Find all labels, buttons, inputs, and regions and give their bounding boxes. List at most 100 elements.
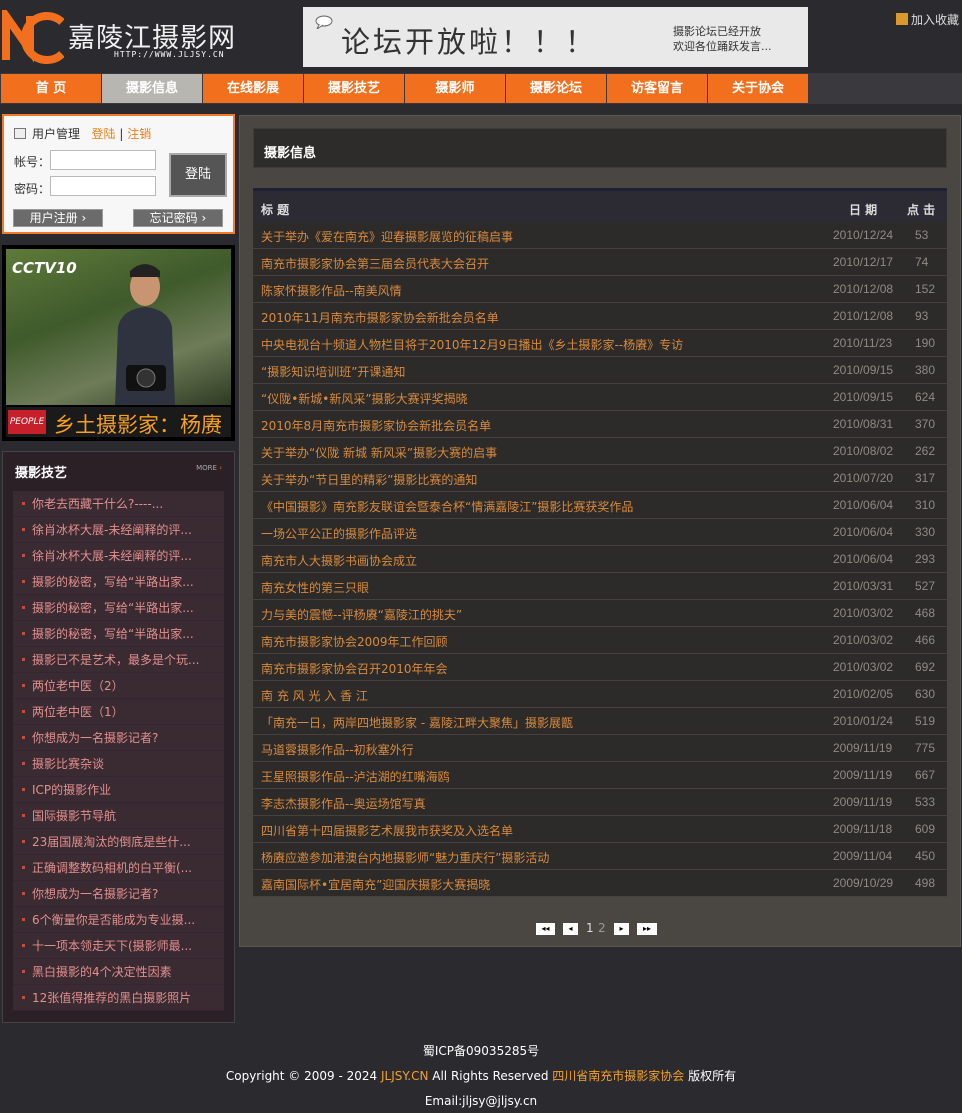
table-row[interactable]: 2010年8月南充市摄影家协会新批会员名单 2010/08/31 370	[253, 411, 947, 438]
row-title[interactable]: 一场公平公正的摄影作品评选	[261, 525, 417, 542]
row-title[interactable]: 四川省第十四届摄影艺术展我市获奖及入选名单	[261, 822, 513, 839]
row-title[interactable]: 嘉南国际杯•宜居南充”迎国庆摄影大赛揭晓	[261, 876, 490, 893]
featured-photo[interactable]: CCTV10 PEOPLE 乡土摄影家：杨赓	[2, 245, 235, 441]
row-title[interactable]: 关于举办“节日里的精彩”摄影比赛的通知	[261, 471, 477, 488]
list-item[interactable]: 你想成为一名摄影记者?	[13, 881, 224, 907]
table-row[interactable]: 马道蓉摄影作品--初秋塞外行 2009/11/19 775	[253, 735, 947, 762]
table-row[interactable]: 「南充一日，两岸四地摄影家 - 嘉陵江畔大聚焦」摄影展甑 2010/01/24 51…	[253, 708, 947, 735]
row-title[interactable]: 关于举办《爱在南充》迎春摄影展览的征稿启事	[261, 228, 513, 245]
table-row[interactable]: 陈家怀摄影作品--南美风情 2010/12/08 152	[253, 276, 947, 303]
list-item[interactable]: 你老去西藏干什么?----...	[13, 491, 224, 517]
row-title[interactable]: 南充市摄影家协会召开2010年年会	[261, 660, 448, 677]
row-title[interactable]: 南充市摄影家协会2009年工作回顾	[261, 633, 448, 650]
table-row[interactable]: 李志杰摄影作品--奥运场馆写真 2009/11/19 533	[253, 789, 947, 816]
list-item[interactable]: 23届国展淘汰的倒底是些什...	[13, 829, 224, 855]
row-title[interactable]: 南充市人大摄影书画协会成立	[261, 552, 417, 569]
list-item[interactable]: 摄影已不是艺术，最多是个玩...	[13, 647, 224, 673]
row-title[interactable]: 2010年11月南充市摄影家协会新批会员名单	[261, 309, 499, 326]
table-row[interactable]: 南充市摄影家协会第三届会员代表大会召开 2010/12/17 74	[253, 249, 947, 276]
list-item[interactable]: 12张值得推荐的黑白摄影照片	[13, 985, 224, 1011]
table-row[interactable]: 南充女性的第三只眼 2010/03/31 527	[253, 573, 947, 600]
register-button[interactable]: 用户注册 ›	[13, 209, 103, 227]
table-row[interactable]: 关于举办“仪陇 新城 新风采”摄影大赛的启事 2010/08/02 262	[253, 438, 947, 465]
row-title[interactable]: 南充市摄影家协会第三届会员代表大会召开	[261, 255, 489, 272]
row-title[interactable]: 中央电视台十频道人物栏目将于2010年12月9日播出《乡土摄影家--杨赓》专访	[261, 336, 683, 353]
list-item[interactable]: 6个衡量你是否能成为专业摄...	[13, 907, 224, 933]
logout-link[interactable]: 注销	[127, 127, 151, 141]
row-title[interactable]: “摄影知识培训班”开课通知	[261, 363, 405, 380]
list-item[interactable]: 摄影的秘密，写给“半路出家...	[13, 621, 224, 647]
row-title[interactable]: 南充女性的第三只眼	[261, 579, 369, 596]
table-row[interactable]: 一场公平公正的摄影作品评选 2010/06/04 330	[253, 519, 947, 546]
table-row[interactable]: 《中国摄影》南充影友联谊会暨泰合杯“情满嘉陵江”摄影比赛获奖作品 2010/06/…	[253, 492, 947, 519]
list-item[interactable]: 两位老中医（1）	[13, 699, 224, 725]
list-item[interactable]: 摄影比赛杂谈	[13, 751, 224, 777]
table-row[interactable]: 南 充 风 光 入 香 江 2010/02/05 630	[253, 681, 947, 708]
row-title[interactable]: 南 充 风 光 入 香 江	[261, 687, 368, 704]
add-favorite-link[interactable]: 加入收藏	[896, 11, 959, 28]
row-title[interactable]: 关于举办“仪陇 新城 新风采”摄影大赛的启事	[261, 444, 497, 461]
list-item[interactable]: 你想成为一名摄影记者?	[13, 725, 224, 751]
icp-number[interactable]: 蜀ICP备09035285号	[0, 1040, 962, 1065]
list-item[interactable]: 摄影的秘密，写给“半路出家...	[13, 569, 224, 595]
next-page-button[interactable]: ▸	[614, 923, 629, 935]
table-row[interactable]: 2010年11月南充市摄影家协会新批会员名单 2010/12/08 93	[253, 303, 947, 330]
more-link[interactable]: MORE ›	[196, 464, 222, 472]
nav-photo-info[interactable]: 摄影信息	[102, 74, 202, 103]
first-page-button[interactable]: ◂◂	[536, 923, 555, 935]
row-title[interactable]: 马道蓉摄影作品--初秋塞外行	[261, 741, 414, 758]
row-title[interactable]: 2010年8月南充市摄影家协会新批会员名单	[261, 417, 491, 434]
table-row[interactable]: 关于举办“节日里的精彩”摄影比赛的通知 2010/07/20 317	[253, 465, 947, 492]
forum-banner[interactable]: 论坛开放啦！！！ 摄影论坛已经开放 欢迎各位踊跃发言...	[303, 7, 808, 67]
table-row[interactable]: 南充市人大摄影书画协会成立 2010/06/04 293	[253, 546, 947, 573]
table-row[interactable]: “摄影知识培训班”开课通知 2010/09/15 380	[253, 357, 947, 384]
login-link[interactable]: 登陆	[91, 127, 115, 141]
last-page-button[interactable]: ▸▸	[637, 923, 657, 935]
table-row[interactable]: 嘉南国际杯•宜居南充”迎国庆摄影大赛揭晓 2009/10/29 498	[253, 870, 947, 897]
nc-logo-icon	[2, 10, 64, 64]
nav-photo-skills[interactable]: 摄影技艺	[304, 74, 404, 103]
row-title[interactable]: 「南充一日，两岸四地摄影家 - 嘉陵江畔大聚焦」摄影展甑	[261, 714, 573, 731]
row-title[interactable]: 杨赓应邀参加港澳台内地摄影师“魅力重庆行”摄影活动	[261, 849, 549, 866]
list-item[interactable]: 十一项本领走天下(摄影师最...	[13, 933, 224, 959]
table-row[interactable]: 四川省第十四届摄影艺术展我市获奖及入选名单 2009/11/18 609	[253, 816, 947, 843]
table-row[interactable]: 关于举办《爱在南充》迎春摄影展览的征稿启事 2010/12/24 53	[253, 222, 947, 249]
nav-about[interactable]: 关于协会	[708, 74, 808, 103]
nav-online-exhibition[interactable]: 在线影展	[203, 74, 303, 103]
row-title[interactable]: 王星照摄影作品--泸沽湖的红嘴海鸥	[261, 768, 450, 785]
list-item[interactable]: 国际摄影节导航	[13, 803, 224, 829]
page-1[interactable]: 1	[586, 921, 594, 935]
nav-guestbook[interactable]: 访客留言	[607, 74, 707, 103]
list-item[interactable]: 两位老中医（2）	[13, 673, 224, 699]
password-input[interactable]	[50, 176, 156, 196]
table-row[interactable]: 力与美的震憾--评杨赓“嘉陵江的挑夫” 2010/03/02 468	[253, 600, 947, 627]
row-title[interactable]: 李志杰摄影作品--奥运场馆写真	[261, 795, 426, 812]
row-title[interactable]: “仪陇•新城•新风采”摄影大赛评奖揭晓	[261, 390, 468, 407]
account-input[interactable]	[50, 150, 156, 170]
table-row[interactable]: 南充市摄影家协会召开2010年年会 2010/03/02 692	[253, 654, 947, 681]
page-2[interactable]: 2	[598, 921, 606, 935]
table-row[interactable]: 杨赓应邀参加港澳台内地摄影师“魅力重庆行”摄影活动 2009/11/04 450	[253, 843, 947, 870]
list-item[interactable]: 摄影的秘密，写给“半路出家...	[13, 595, 224, 621]
table-row[interactable]: 南充市摄影家协会2009年工作回顾 2010/03/02 466	[253, 627, 947, 654]
table-row[interactable]: “仪陇•新城•新风采”摄影大赛评奖揭晓 2010/09/15 624	[253, 384, 947, 411]
row-title[interactable]: 陈家怀摄影作品--南美风情	[261, 282, 402, 299]
list-item[interactable]: 徐肖冰杯大展-未经阐释的评...	[13, 517, 224, 543]
list-item[interactable]: 正确调整数码相机的白平衡(...	[13, 855, 224, 881]
prev-page-button[interactable]: ◂	[563, 923, 578, 935]
login-submit-button[interactable]: 登陆	[169, 153, 227, 197]
table-row[interactable]: 中央电视台十频道人物栏目将于2010年12月9日播出《乡土摄影家--杨赓》专访 2…	[253, 330, 947, 357]
nav-home[interactable]: 首 页	[1, 74, 101, 103]
nav-photographers[interactable]: 摄影师	[405, 74, 505, 103]
list-item[interactable]: 徐肖冰杯大展-未经阐释的评...	[13, 543, 224, 569]
row-title[interactable]: 《中国摄影》南充影友联谊会暨泰合杯“情满嘉陵江”摄影比赛获奖作品	[261, 498, 633, 515]
list-item[interactable]: ICP的摄影作业	[13, 777, 224, 803]
list-item[interactable]: 黑白摄影的4个决定性因素	[13, 959, 224, 985]
nav-forum[interactable]: 摄影论坛	[506, 74, 606, 103]
copyright-org-link[interactable]: 四川省南充市摄影家协会	[552, 1069, 684, 1083]
forgot-password-button[interactable]: 忘记密码 ›	[133, 209, 223, 227]
row-title[interactable]: 力与美的震憾--评杨赓“嘉陵江的挑夫”	[261, 606, 462, 623]
site-logo[interactable]: 嘉陵江摄影网 HTTP://WWW.JLJSY.CN	[2, 10, 238, 66]
table-row[interactable]: 王星照摄影作品--泸沽湖的红嘴海鸥 2009/11/19 667	[253, 762, 947, 789]
copyright-site-link[interactable]: JLJSY.CN	[381, 1069, 428, 1083]
